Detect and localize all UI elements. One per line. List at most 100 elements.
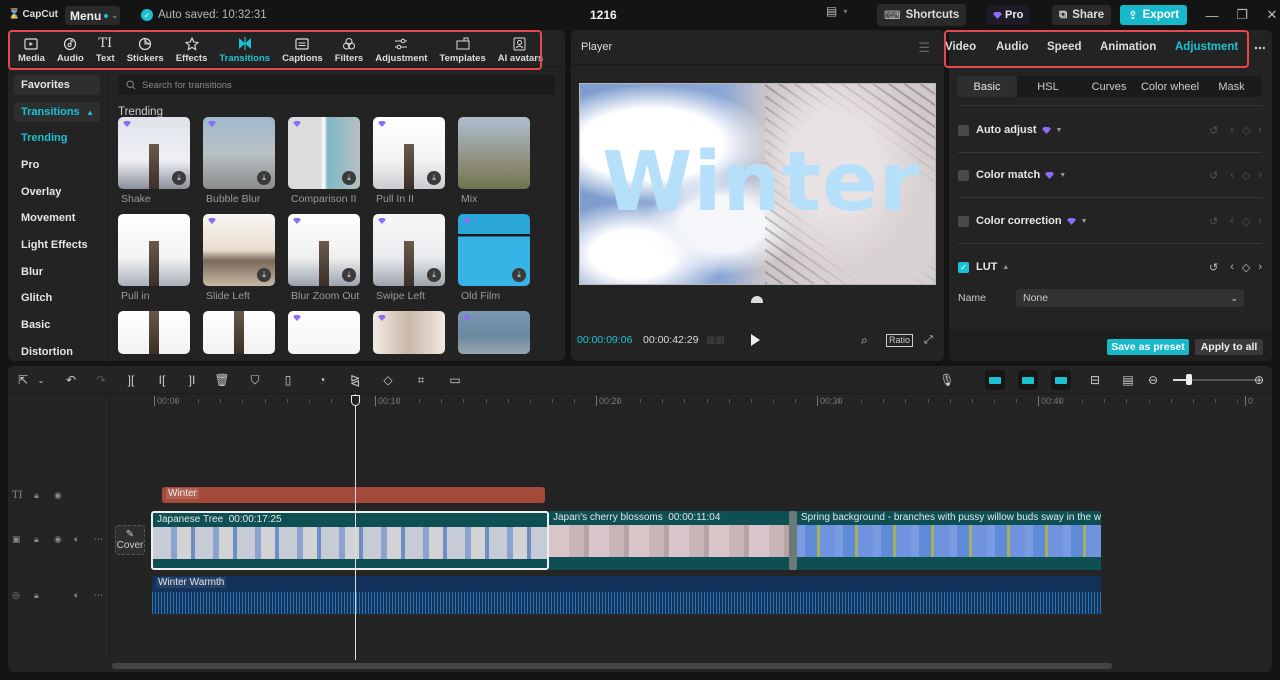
play-icon[interactable] [751, 334, 760, 346]
rotate-icon[interactable]: ◇ [381, 373, 395, 387]
split-icon[interactable]: ][ [124, 373, 138, 387]
transition-thumbnail[interactable]: ⤓ [373, 117, 445, 189]
subtab-curves[interactable]: Curves [1079, 76, 1139, 97]
tab-captions[interactable]: Captions [276, 32, 329, 68]
transition-thumbnail[interactable]: ⤓ [203, 117, 275, 189]
tab-filters[interactable]: Filters [329, 32, 370, 68]
lock-icon[interactable]: 🔒︎ [34, 534, 39, 545]
keyframe-add-icon[interactable]: ◇ [1242, 261, 1250, 274]
save-as-preset-button[interactable]: Save as preset [1107, 339, 1189, 355]
export-button[interactable]: ⇪ Export [1120, 5, 1188, 25]
download-icon[interactable]: ⤓ [427, 171, 441, 185]
sidebar-item-transitions[interactable]: Transitions ▲ [14, 102, 100, 122]
menu-icon[interactable]: ☰ [918, 40, 930, 56]
apply-to-all-button[interactable]: Apply to all [1195, 339, 1263, 355]
auto-snap-toggle[interactable] [1018, 370, 1038, 390]
keyframe-next-icon[interactable]: › [1258, 261, 1262, 273]
sidebar-item-pro[interactable]: Pro [14, 155, 100, 175]
tab-text[interactable]: TI Text [90, 32, 121, 68]
reset-icon[interactable]: ↺ [1209, 215, 1218, 228]
shortcuts-button[interactable]: ⌨ Shortcuts [877, 4, 967, 26]
keyframe-add-icon[interactable]: ◇ [1242, 215, 1250, 228]
section-checkbox[interactable] [958, 169, 969, 181]
reset-icon[interactable]: ↺ [1209, 169, 1218, 182]
lock-icon[interactable]: 🔒︎ [34, 490, 39, 501]
keyframe-next-icon[interactable]: › [1258, 169, 1262, 181]
keyframe-add-icon[interactable]: ◇ [1242, 124, 1250, 137]
layout-button[interactable]: ▤ ▾ [826, 4, 847, 18]
sidebar-item-light-effects[interactable]: Light Effects [14, 235, 100, 255]
tab-templates[interactable]: Templates [433, 32, 491, 68]
more-tabs-icon[interactable]: ⋯ [1254, 41, 1266, 55]
download-icon[interactable]: ⤓ [512, 268, 526, 282]
transition-marker[interactable] [789, 511, 797, 570]
close-icon[interactable]: ✕ [1257, 7, 1280, 23]
text-clip[interactable]: Winter [162, 487, 545, 503]
menu-button[interactable]: Menu ⌄ [65, 6, 120, 25]
project-title[interactable]: 1216 [590, 8, 617, 22]
transition-thumbnail[interactable]: ⤓ [458, 214, 530, 286]
sidebar-item-favorites[interactable]: Favorites [14, 75, 100, 95]
tab-animation[interactable]: Animation [1100, 41, 1156, 53]
chevron-down-icon[interactable]: ⌄ [34, 373, 48, 387]
reset-icon[interactable]: ↺ [1209, 124, 1218, 137]
playhead[interactable] [355, 394, 356, 660]
transition-thumbnail[interactable]: ⤓ [203, 214, 275, 286]
transition-thumbnail[interactable]: ⤓ [373, 214, 445, 286]
video-clip[interactable]: Japanese Tree 00:00:17:25 [151, 511, 549, 570]
tab-effects[interactable]: Effects [170, 32, 214, 68]
keyframe-prev-icon[interactable]: ‹ [1230, 124, 1234, 136]
video-clip[interactable]: Spring background - branches with pussy … [797, 511, 1101, 570]
transition-thumbnail[interactable] [373, 311, 445, 354]
transition-thumbnail[interactable]: ⤓ [288, 117, 360, 189]
magnet-main-track-toggle[interactable] [985, 370, 1005, 390]
download-icon[interactable]: ⤓ [172, 171, 186, 185]
microphone-icon[interactable]: 🎙 [939, 373, 954, 387]
keyframe-add-icon[interactable]: ◇ [1242, 169, 1250, 182]
rotate-handle-icon[interactable] [751, 296, 763, 303]
speed-icon[interactable]: ◔ [315, 373, 329, 387]
speaker-icon[interactable]: 🔈︎ [74, 534, 79, 545]
transition-thumbnail[interactable] [118, 311, 190, 354]
chevron-up-icon[interactable]: ▲ [1002, 264, 1009, 271]
delete-icon[interactable]: 🗑 [214, 373, 229, 387]
auto-reframe-icon[interactable]: ▭ [448, 373, 462, 387]
sidebar-item-basic[interactable]: Basic [14, 315, 100, 335]
overlay-text[interactable]: Winter [602, 142, 920, 224]
subtab-hsl[interactable]: HSL [1017, 76, 1079, 97]
undo-icon[interactable]: ↶ [64, 373, 78, 387]
video-preview[interactable]: Winter [579, 83, 936, 285]
marker-icon[interactable]: ⛉ [248, 373, 262, 387]
restore-icon[interactable]: ❐ [1227, 7, 1257, 23]
sidebar-item-blur[interactable]: Blur [14, 262, 100, 282]
sidebar-item-overlay[interactable]: Overlay [14, 182, 100, 202]
search-input[interactable]: Search for transitions [118, 75, 555, 95]
download-icon[interactable]: ⤓ [342, 171, 356, 185]
linkage-toggle[interactable] [1051, 370, 1071, 390]
tab-media[interactable]: Media [12, 32, 51, 68]
more-options-icon[interactable]: ⋯ [94, 590, 103, 601]
chevron-down-icon[interactable]: ▼ [1056, 127, 1063, 134]
crop-icon[interactable]: ⌗ [414, 373, 428, 387]
cover-button[interactable]: ✎ Cover [115, 525, 145, 555]
download-icon[interactable]: ⤓ [342, 268, 356, 282]
more-options-icon[interactable]: ⋯ [94, 534, 103, 545]
lut-name-select[interactable]: None ⌄ [1016, 289, 1244, 307]
download-icon[interactable]: ⤓ [427, 268, 441, 282]
fit-icon[interactable]: ⌕ [861, 333, 868, 348]
eye-icon[interactable]: ◉ [54, 534, 62, 545]
sidebar-item-movement[interactable]: Movement [14, 208, 100, 228]
split-left-icon[interactable]: I[ [155, 373, 169, 387]
horizontal-scrollbar[interactable] [112, 663, 1112, 669]
fullscreen-icon[interactable]: ⤢ [924, 334, 933, 347]
audio-clip[interactable]: Winter Warmth [152, 576, 1101, 614]
chevron-down-icon[interactable]: ▼ [1081, 218, 1088, 225]
keyframe-prev-icon[interactable]: ‹ [1230, 261, 1234, 273]
keyframe-prev-icon[interactable]: ‹ [1230, 215, 1234, 227]
transition-thumbnail[interactable]: ⤓ [118, 117, 190, 189]
share-button[interactable]: ⧉ Share [1052, 5, 1112, 25]
transition-thumbnail[interactable] [203, 311, 275, 354]
tab-speed[interactable]: Speed [1047, 41, 1082, 53]
section-checkbox[interactable] [958, 215, 969, 227]
section-checkbox[interactable]: ✓ [958, 261, 969, 273]
